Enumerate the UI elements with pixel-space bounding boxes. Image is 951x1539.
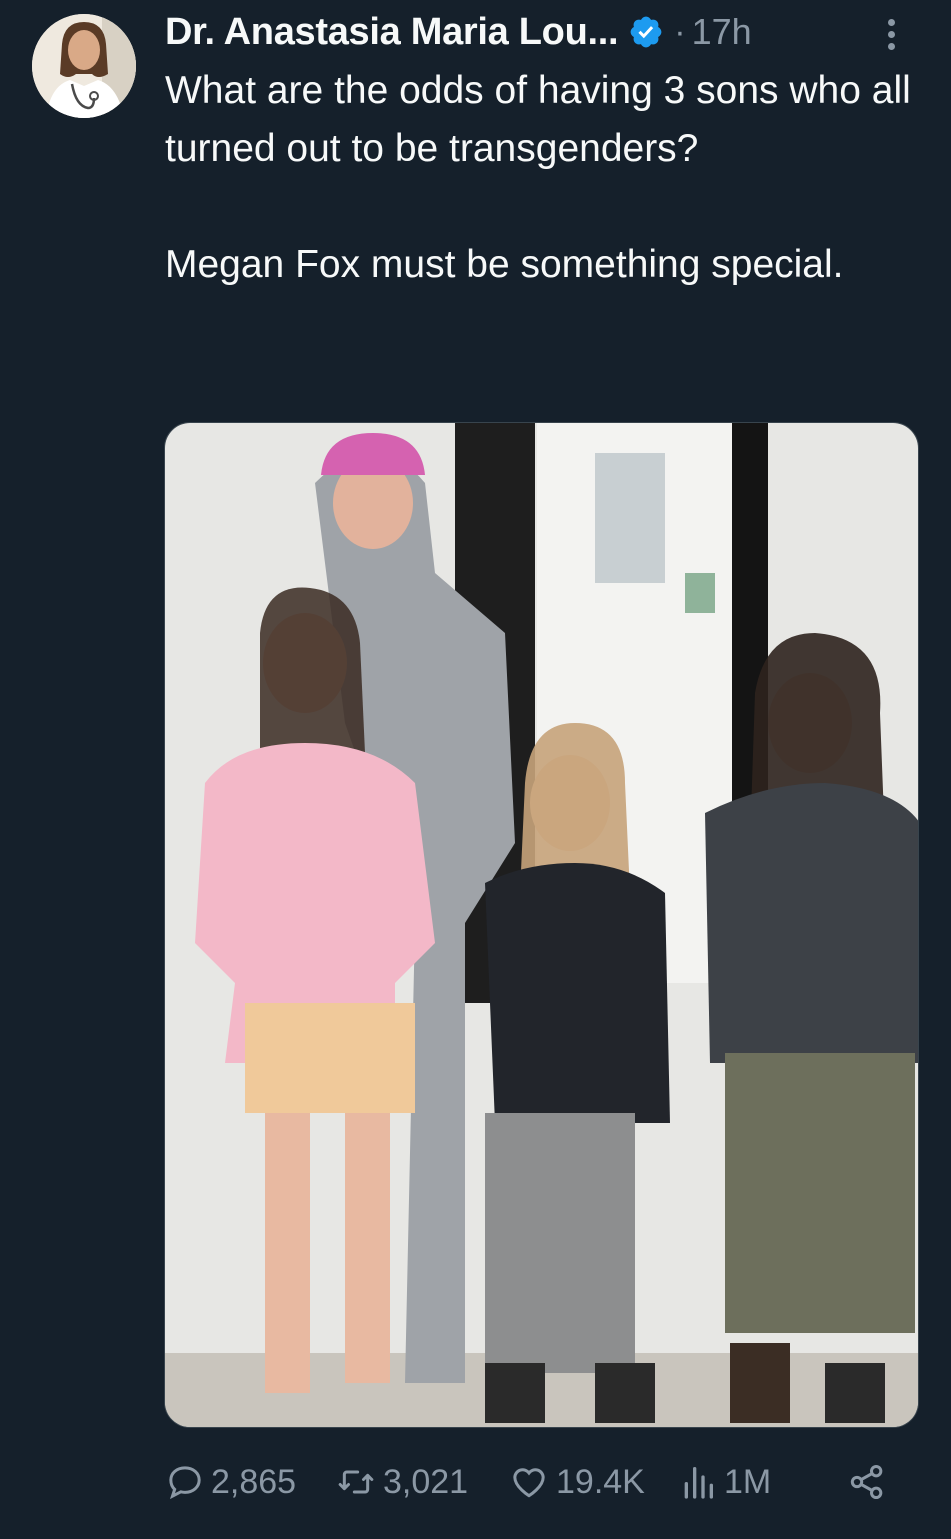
separator-dot: · (674, 12, 686, 51)
share-button[interactable] (847, 1462, 893, 1502)
tweet-paragraph: Megan Fox must be something special. (165, 243, 844, 286)
retweet-icon (338, 1470, 374, 1494)
tweet-paragraph: What are the odds of having 3 sons who a… (165, 69, 911, 170)
vertical-ellipsis-icon[interactable] (879, 14, 903, 54)
tweet-text: What are the odds of having 3 sons who a… (165, 62, 925, 294)
heart-icon (513, 1468, 545, 1498)
tweet-header: Dr. Anastasia Maria Lou... · 17h (165, 8, 931, 56)
reply-button[interactable]: 2,865 (165, 1462, 296, 1502)
timestamp[interactable]: 17h (692, 11, 752, 53)
avatar[interactable] (32, 14, 136, 118)
retweet-count: 3,021 (383, 1462, 469, 1501)
views-button[interactable]: 1M (678, 1462, 771, 1502)
speech-bubble-icon (169, 1466, 201, 1500)
like-count: 19.4K (556, 1462, 645, 1501)
views-count: 1M (724, 1462, 772, 1501)
author-name[interactable]: Dr. Anastasia Maria Lou... (165, 11, 619, 54)
retweet-button[interactable]: 3,021 (335, 1462, 468, 1502)
action-bar: 2,865 3,021 19.4K 1M (165, 1452, 895, 1512)
reply-count: 2,865 (211, 1462, 297, 1501)
bar-chart-icon (684, 1467, 713, 1499)
verified-badge-icon (630, 16, 662, 48)
like-button[interactable]: 19.4K (508, 1462, 645, 1502)
tweet: Dr. Anastasia Maria Lou... · 17h What ar… (0, 0, 951, 1539)
tweet-photo[interactable] (164, 422, 919, 1428)
share-icon (850, 1465, 883, 1499)
